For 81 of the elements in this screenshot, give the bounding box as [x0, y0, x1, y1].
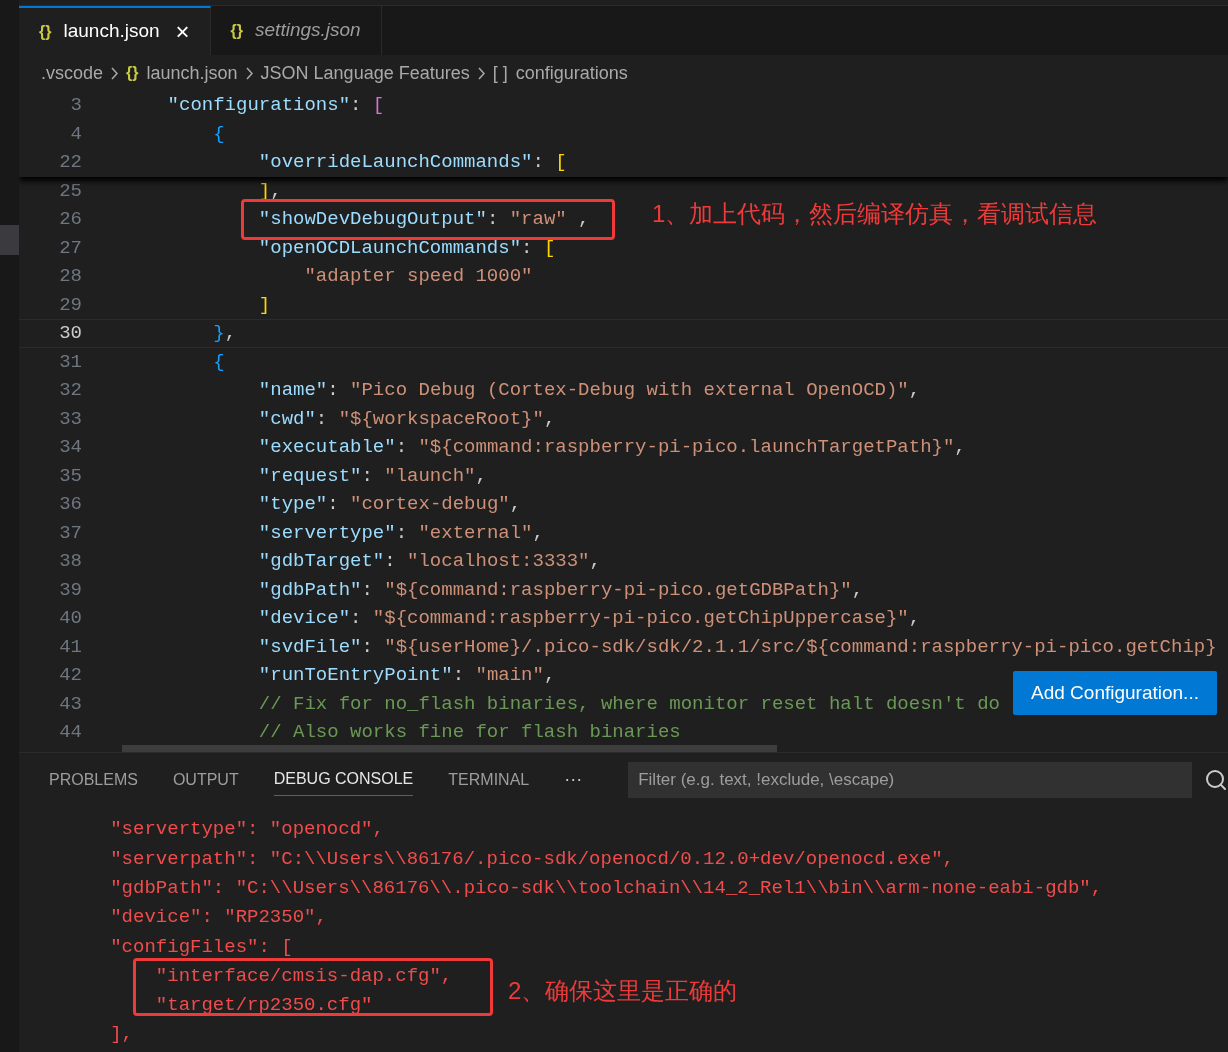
code-line: // Fix for no_flash binaries, where monitor reset halt doesn't do — [258, 691, 1000, 717]
code-line: "adapter speed 1000" — [304, 264, 533, 289]
code-line: { — [213, 349, 225, 375]
code-line: }, — [213, 321, 237, 346]
console-line: "serverpath": "C:\\Users\\86176/.pico-sdk/openocd/0.12.0+dev/openocd.exe", — [109, 846, 954, 872]
json-icon: {} — [126, 61, 139, 85]
horizontal-scrollbar[interactable] — [122, 745, 777, 752]
line-number: 27 — [58, 235, 82, 261]
code-line: { — [213, 121, 225, 147]
code-line: "svdFile": "${userHome}/.pico-sdk/sdk/2.1.1/src/${command:raspberry-pi-pico.getChip} — [258, 634, 1217, 660]
panel-tab[interactable]: TERMINAL — [448, 763, 530, 796]
array-icon: [ ] — [492, 59, 508, 87]
line-number: 3 — [69, 93, 82, 118]
panel-tab[interactable]: PROBLEMS — [49, 763, 138, 796]
line-number: 22 — [58, 150, 82, 175]
line-number: 38 — [58, 549, 82, 574]
code-line: "runToEntryPoint": "main", — [258, 663, 556, 688]
breadcrumb-item[interactable]: launch.json — [146, 59, 238, 87]
line-number: 39 — [58, 577, 82, 603]
add-configuration-button[interactable]: Add Configuration... — [1013, 671, 1217, 715]
console-line: "configFiles": [ — [109, 934, 293, 960]
search-icon[interactable] — [1204, 767, 1228, 792]
chevron-icon — [477, 66, 485, 80]
line-number: 41 — [58, 634, 82, 660]
close-icon[interactable]: × — [175, 19, 190, 44]
code-line: "gdbPath": "${command:raspberry-pi-pico.getGDBPath}", — [258, 577, 864, 603]
code-line: "showDevDebugOutput": "raw" , — [258, 208, 590, 230]
line-number: 26 — [58, 207, 82, 232]
console-line: "gdbPath": "C:\\Users\\86176\\.pico-sdk\\toolchain\\14_2_Rel1\\bin\\arm-none-eabi-gdb", — [109, 876, 1103, 901]
line-number: 35 — [58, 463, 82, 489]
code-line: // Also works fine for flash binaries — [258, 720, 681, 745]
code-line: ] — [258, 292, 271, 318]
console-line: "servertype": "openocd", — [109, 817, 384, 843]
console-line: "device": "RP2350", — [109, 905, 327, 931]
code-line: "executable": "${command:raspberry-pi-pico.launchTargetPath}", — [258, 435, 966, 460]
annotation-text: 2、确保这里是正确的 — [508, 976, 738, 1006]
code-line: "device": "${command:raspberry-pi-pico.getChipUppercase}", — [258, 606, 921, 631]
code-line: "type": "cortex-debug", — [258, 492, 522, 517]
editor-tab[interactable]: {} settings.json — [210, 6, 382, 55]
filter-field[interactable]: Filter (e.g. text, !exclude, \escape) — [628, 761, 1192, 798]
breadcrumb-item[interactable]: .vscode — [41, 59, 104, 87]
editor-tab[interactable]: {} launch.json × — [19, 6, 211, 55]
json-icon: {} — [39, 19, 52, 44]
code-line: "servertype": "external", — [258, 520, 544, 546]
code-line: "name": "Pico Debug (Cortex-Debug with external OpenOCD)", — [258, 378, 921, 403]
line-number: 32 — [58, 378, 82, 403]
line-number: 4 — [69, 121, 82, 147]
code-line: "overrideLaunchCommands": [ — [258, 150, 567, 175]
annotation-text: 1、加上代码，然后编译仿真，看调试信息 — [652, 199, 1098, 229]
panel-tab[interactable]: OUTPUT — [172, 763, 239, 796]
line-number: 42 — [58, 663, 82, 688]
line-number: 28 — [58, 264, 82, 289]
line-number: 36 — [58, 492, 82, 517]
line-number: 33 — [58, 406, 82, 432]
code-line: "configurations": [ — [167, 93, 385, 118]
line-number: 43 — [58, 691, 82, 717]
tab-label: settings.json — [255, 18, 361, 43]
console-line: "target/rp2350.cfg" — [154, 993, 373, 1019]
line-number: 30 — [58, 321, 82, 346]
line-number: 40 — [58, 606, 82, 631]
console-line: ], — [109, 1022, 134, 1048]
line-number: 31 — [58, 349, 82, 375]
more-button[interactable]: ··· — [564, 766, 583, 793]
breadcrumb-item[interactable]: configurations — [515, 59, 628, 87]
code-line: "cwd": "${workspaceRoot}", — [258, 406, 556, 432]
json-icon: {} — [230, 18, 244, 43]
line-number: 25 — [58, 178, 82, 204]
scroll-marker — [0, 225, 19, 255]
line-number: 37 — [58, 520, 82, 546]
line-number: 44 — [58, 720, 82, 745]
line-number: 34 — [58, 435, 82, 460]
code-line: "gdbTarget": "localhost:3333", — [258, 549, 601, 574]
code-line: "request": "launch", — [258, 463, 487, 489]
panel-tab[interactable]: DEBUG CONSOLE — [273, 763, 414, 796]
chevron-icon — [111, 66, 119, 80]
tab-label: launch.json — [63, 19, 160, 44]
line-number: 29 — [58, 292, 82, 318]
chevron-icon — [245, 66, 253, 80]
console-line: "interface/cmsis-dap.cfg", — [154, 963, 453, 989]
breadcrumb-item[interactable]: JSON Language Features — [260, 59, 470, 87]
code-line: "openOCDLaunchCommands": [ — [258, 235, 556, 261]
